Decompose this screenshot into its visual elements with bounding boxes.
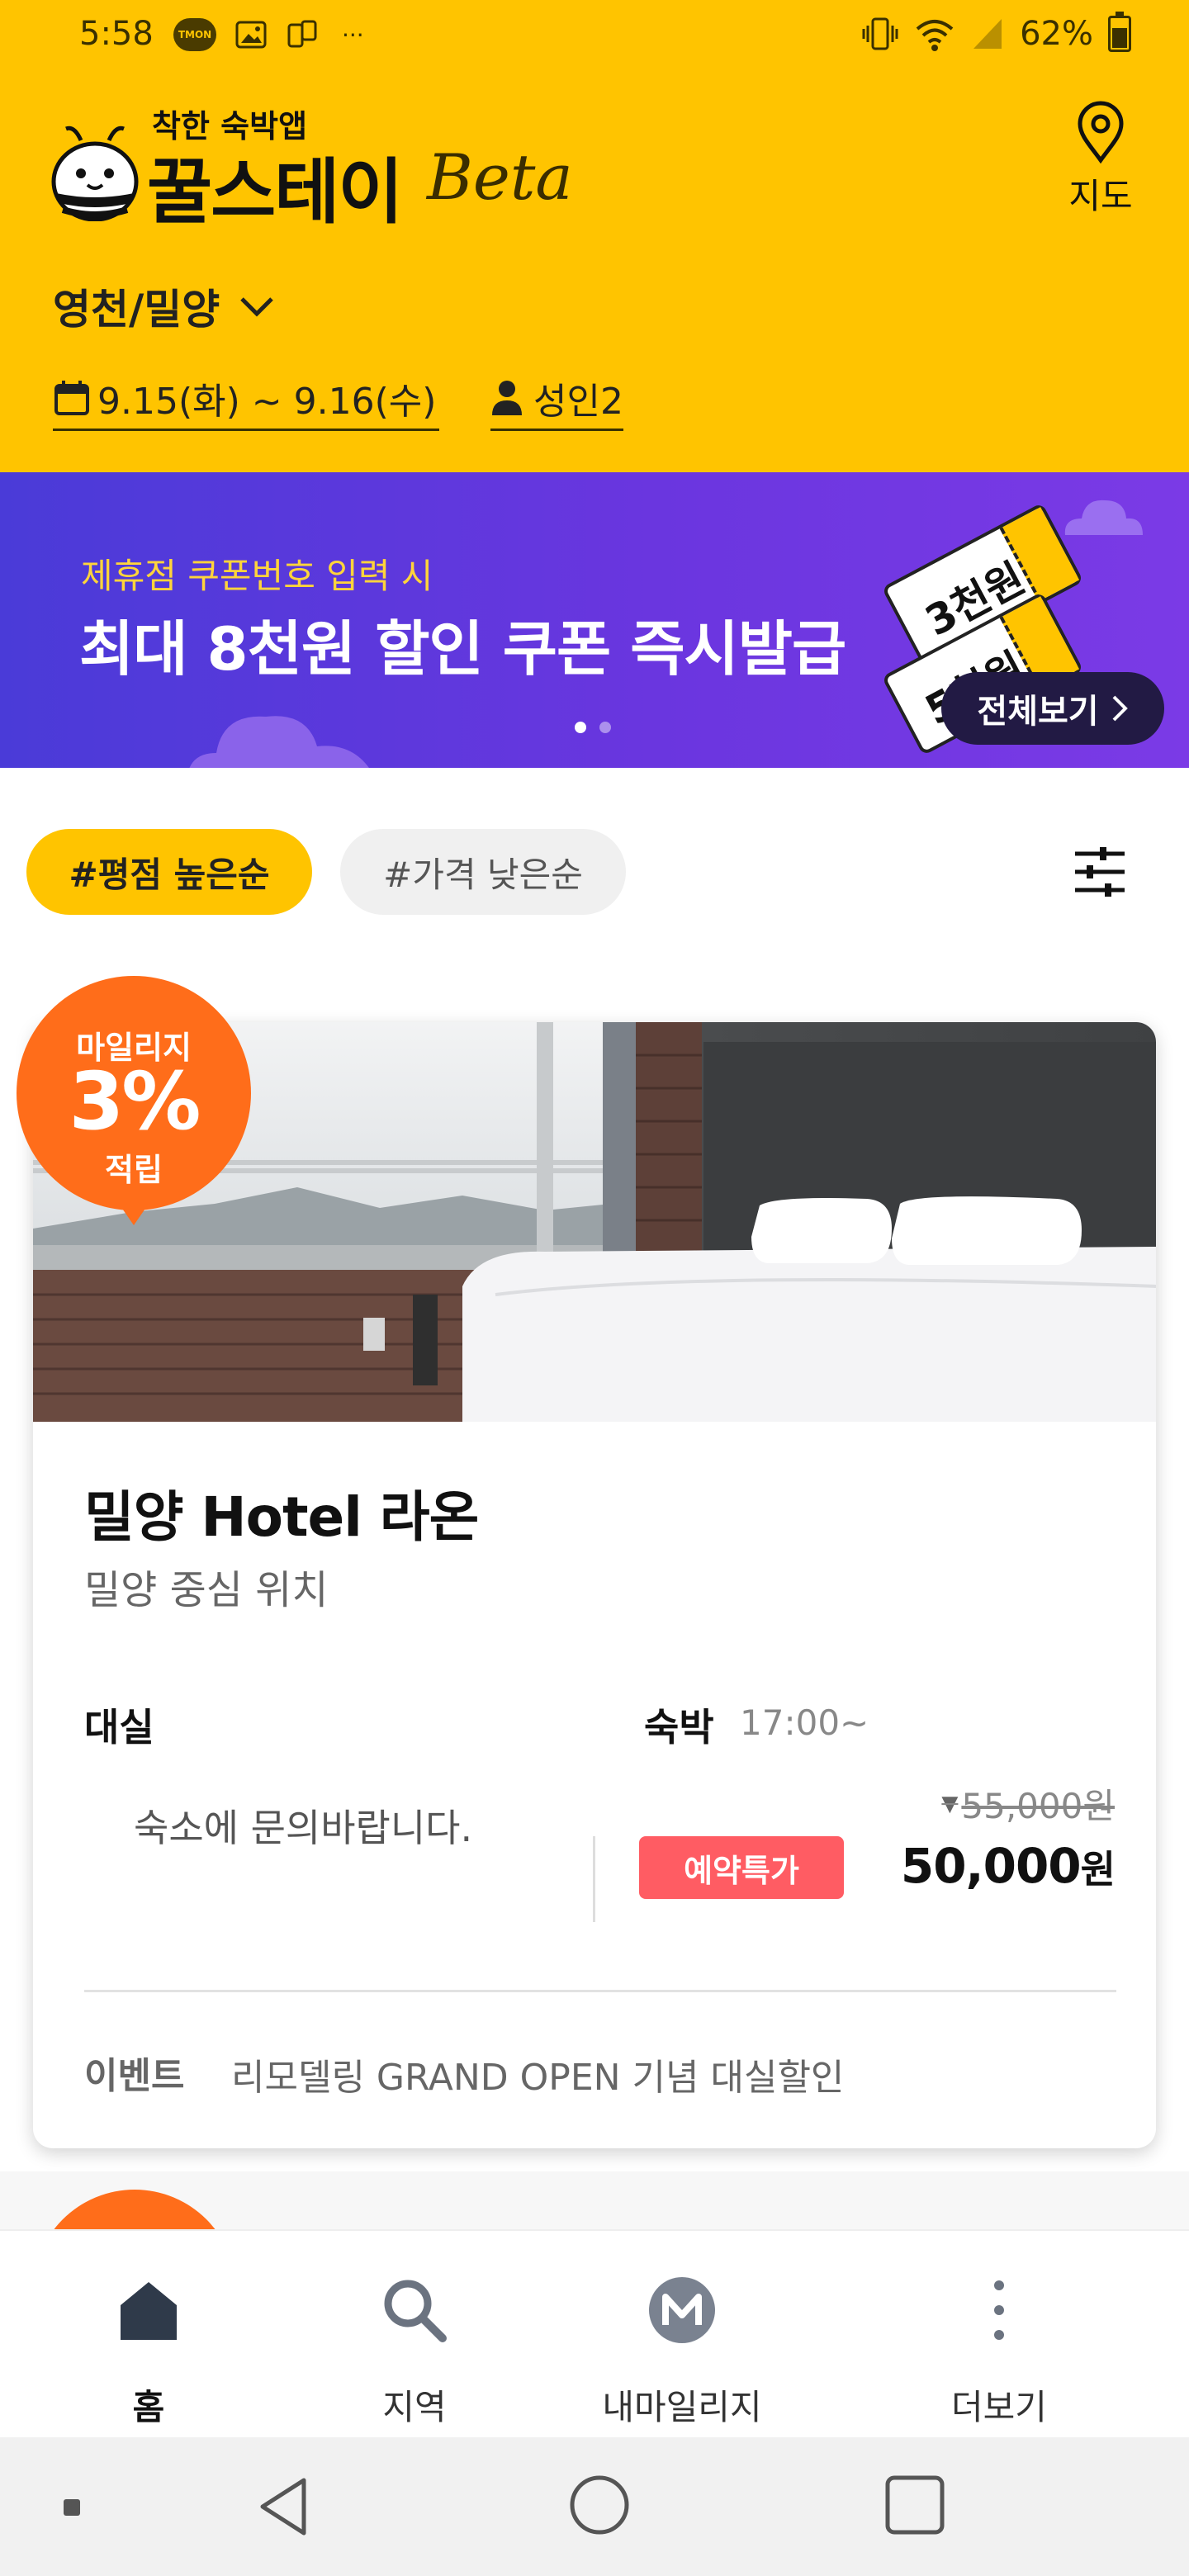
app-header: 5:58 TMON ··· 62% 착한 숙박앱 꿀스테이 Beta 지도 영천… [0,0,1189,472]
guest-selector[interactable]: 성인2 [490,367,623,431]
filter-button[interactable] [1067,842,1133,902]
mileage-badge-suffix: 적립 [105,1152,163,1188]
carousel-indicator [575,722,611,733]
original-price-value: 55,000원 [961,1786,1115,1826]
cloud-decoration [189,716,369,768]
sort-price-button[interactable]: #가격 낮은순 [340,829,626,915]
day-use-text: 숙소에 문의바랍니다. [134,1806,473,1850]
notification-icons: TMON ··· [173,18,364,51]
battery-icon [1108,12,1131,52]
bee-mascot-icon [51,125,139,221]
sale-price: 50,000원 [900,1838,1116,1894]
sale-price-value: 50,000 [900,1838,1082,1894]
nav-home[interactable]: 홈 [0,2231,297,2439]
promo-banner[interactable]: 제휴점 쿠폰번호 입력 시 최대 8천원 할인 쿠폰 즉시발급 3천원 5천원 … [0,472,1189,768]
apps-notification-icon [287,20,317,48]
mileage-badge-percent: 3% [69,1055,201,1148]
recent-apps-icon[interactable] [883,2474,946,2536]
home-icon [121,2282,177,2340]
more-notifications-icon: ··· [342,21,364,49]
app-logo: 착한 숙박앱 꿀스테이 Beta [51,97,629,234]
image-notification-icon [235,21,267,49]
price-down-icon: ▼ [941,1791,959,1816]
carousel-dot[interactable] [599,722,611,733]
checkin-time: 17:00~ [740,1702,869,1743]
nav-more-label: 더보기 [951,2387,1047,2427]
event-text: 리모델링 GRAND OPEN 기념 대실할인 [231,2057,845,2099]
map-label: 지도 [1068,176,1133,216]
more-vertical-icon [994,2280,1004,2340]
bottom-navigation: 홈 지역 내마일리지 더보기 [0,2229,1189,2437]
banner-subtitle: 제휴점 쿠폰번호 입력 시 [81,556,433,596]
search-icon [384,2280,447,2342]
system-status: 62% [861,12,1131,53]
nav-mileage-label: 내마일리지 [602,2387,762,2427]
day-use-label: 대실 [84,1705,154,1750]
nav-region-label: 지역 [382,2387,447,2427]
sale-price-unit: 원 [1080,1847,1116,1892]
logo-beta: Beta [427,140,573,214]
logo-wordmark: 꿀스테이 [147,151,403,234]
status-time: 5:58 [79,15,154,53]
hotel-card[interactable]: 밀양 Hotel 라온 밀양 중심 위치 대실 숙소에 문의바랍니다. 숙박 1… [33,1022,1156,2148]
nav-more[interactable]: 더보기 [850,2231,1148,2439]
tmon-notification-icon: TMON [173,18,216,51]
map-button[interactable]: 지도 [1055,101,1146,216]
calendar-icon [54,380,89,415]
location-pin-icon [1078,101,1124,164]
battery-percentage: 62% [1020,15,1093,53]
wifi-icon [916,20,954,51]
hotel-subtitle: 밀양 중심 위치 [84,1567,329,1613]
region-selector[interactable]: 영천/밀양 [53,277,276,336]
person-icon [492,380,522,415]
assistant-dot-icon[interactable] [63,2498,81,2517]
banner-title: 최대 8천원 할인 쿠폰 즉시발급 [79,614,846,684]
chevron-down-icon [240,297,274,317]
overnight-label: 숙박 [644,1705,714,1750]
region-label: 영천/밀양 [53,286,220,334]
cloud-decoration [1064,500,1143,535]
see-all-button[interactable]: 전체보기 [941,672,1164,745]
mileage-badge: 마일리지 3% 적립 [17,976,251,1225]
sort-rating-button[interactable]: #평점 높은순 [26,829,312,915]
filter-sliders-icon [1075,847,1125,897]
carousel-dot[interactable] [575,722,586,733]
date-selector[interactable]: 9.15(화) ~ 9.16(수) [53,367,440,431]
system-navigation-bar [0,2437,1189,2576]
nav-mileage[interactable]: 내마일리지 [533,2231,831,2439]
nav-region[interactable]: 지역 [266,2231,563,2439]
home-circle-icon[interactable] [568,2474,631,2536]
nav-home-label: 홈 [132,2387,165,2427]
event-label: 이벤트 [84,2055,185,2097]
card-divider [84,1990,1116,1992]
price-divider [593,1836,595,1922]
signal-icon [973,19,1002,49]
promo-badge: 예약특가 [639,1836,844,1899]
vibrate-icon [862,17,898,50]
date-range: 9.15(화) ~ 9.16(수) [97,380,437,423]
back-icon[interactable] [253,2474,319,2540]
see-all-label: 전체보기 [977,693,1099,731]
hotel-name: 밀양 Hotel 라온 [84,1485,479,1549]
mileage-m-icon [649,2277,715,2343]
guest-count: 성인2 [533,380,623,423]
status-bar: 5:58 TMON ··· 62% [0,0,1189,74]
original-price: ▼ 55,000원 [941,1778,1115,1829]
chevron-right-icon [1112,695,1128,722]
